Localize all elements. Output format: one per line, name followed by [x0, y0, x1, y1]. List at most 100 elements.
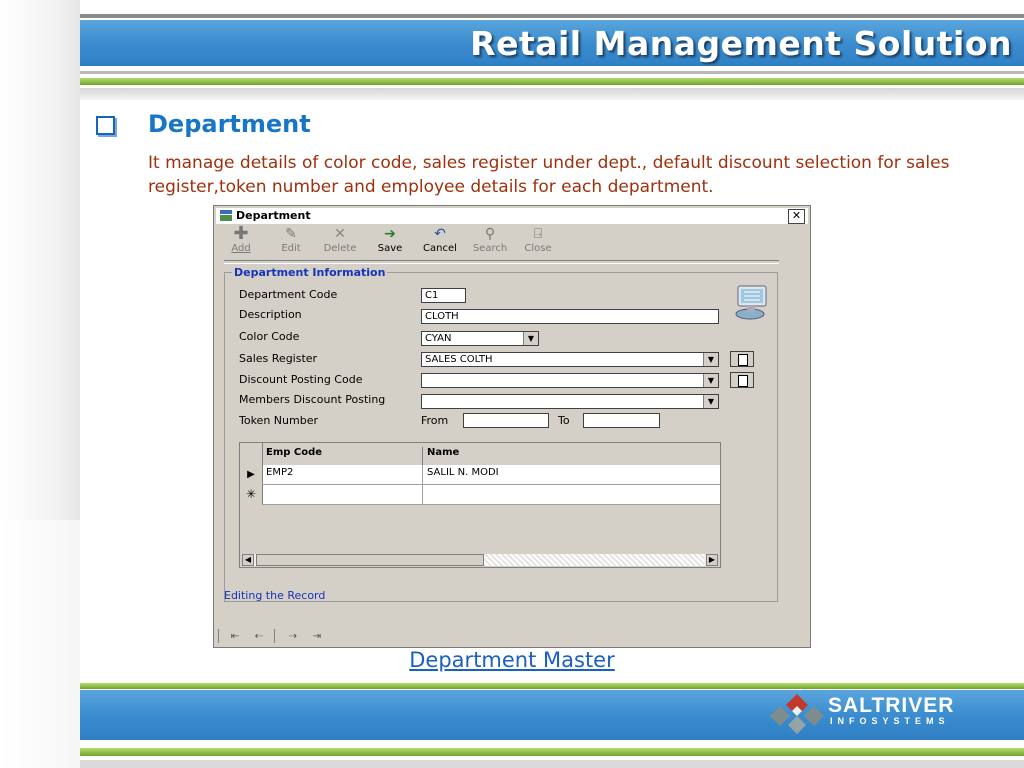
logo-name: SALTRIVER	[828, 694, 955, 717]
toolbar-edit-label: Edit	[281, 243, 301, 254]
nav-divider	[218, 629, 219, 643]
toolbar-separator	[224, 260, 779, 264]
color-code-label: Color Code	[239, 330, 300, 343]
scrollbar-track[interactable]	[484, 554, 704, 566]
color-code-value: CYAN	[425, 333, 452, 344]
search-icon: ⚲	[484, 226, 496, 242]
toolbar-save-button[interactable]: ➔ Save	[374, 226, 406, 258]
nav-divider	[274, 629, 275, 643]
toolbar-add-label: Add	[231, 243, 251, 254]
discount-posting-new-button[interactable]	[730, 372, 754, 388]
window-title: Department	[236, 209, 311, 222]
close-icon: ⍈	[533, 226, 543, 242]
toolbar-close-label: Close	[524, 243, 552, 254]
document-icon	[738, 354, 748, 366]
toolbar-add-button[interactable]: ✚ Add	[226, 223, 256, 258]
toolbar-delete-label: Delete	[323, 243, 357, 254]
token-from-field[interactable]	[463, 413, 549, 428]
sales-register-label: Sales Register	[239, 352, 318, 365]
add-icon: ✚	[233, 223, 249, 244]
discount-posting-code-select[interactable]: ▼	[421, 373, 719, 388]
token-number-label: Token Number	[239, 414, 318, 427]
current-row-arrow-icon: ▶	[240, 465, 263, 484]
table-row[interactable]: EMP2 SALIL N. MODI	[262, 465, 720, 485]
window-titlebar[interactable]: Department ✕	[216, 208, 808, 224]
header-divider	[80, 71, 1024, 74]
logo-subtitle: INFOSYSTEMS	[830, 716, 950, 726]
sales-register-value: SALES COLTH	[425, 354, 493, 365]
toolbar-edit-button[interactable]: ✎ Edit	[276, 226, 306, 258]
sales-register-select[interactable]: SALES COLTH ▼	[421, 352, 719, 367]
grid-body: EMP2 SALIL N. MODI ▶ ✳	[240, 465, 720, 553]
new-row-asterisk-icon: ✳	[240, 485, 263, 504]
department-code-label: Department Code	[239, 288, 338, 301]
chevron-down-icon[interactable]: ▼	[523, 332, 538, 345]
footer-green-stripe	[80, 683, 1024, 689]
computer-icon	[735, 285, 767, 320]
discount-posting-code-label: Discount Posting Code	[239, 373, 363, 386]
section-heading: Department	[148, 110, 311, 138]
sales-register-new-button[interactable]	[730, 351, 754, 367]
toolbar-close-button[interactable]: ⍈ Close	[522, 226, 554, 258]
token-from-label: From	[421, 414, 449, 427]
previous-record-icon[interactable]: ⇠	[252, 631, 266, 643]
toolbar-save-label: Save	[377, 243, 403, 254]
chevron-down-icon[interactable]: ▼	[703, 374, 718, 387]
footer-gray-stripe	[80, 760, 1024, 768]
window-app-icon	[220, 210, 232, 221]
next-record-icon[interactable]: ⇢	[286, 631, 300, 643]
toolbar-cancel-label: Cancel	[423, 243, 457, 254]
department-window: Department ✕ ✚ Add ✎ Edit ✕ Delete ➔ Sav…	[213, 205, 811, 648]
header-gray-stripe	[80, 88, 1024, 100]
grid-header-emp-code[interactable]: Emp Code	[262, 447, 422, 458]
last-record-icon[interactable]: ⇥	[310, 631, 324, 643]
toolbar-search-label: Search	[472, 243, 508, 254]
window-close-button[interactable]: ✕	[788, 209, 805, 224]
cancel-icon: ↶	[434, 226, 446, 242]
left-shade	[0, 0, 80, 520]
toolbar-delete-button[interactable]: ✕ Delete	[322, 226, 358, 258]
members-discount-posting-select[interactable]: ▼	[421, 394, 719, 409]
figure-caption[interactable]: Department Master	[0, 648, 1024, 672]
section-description: It manage details of color code, sales r…	[148, 153, 950, 197]
group-title: Department Information	[232, 266, 388, 279]
grid-corner	[240, 443, 263, 465]
grid-horizontal-scrollbar[interactable]: ◀ ▶	[242, 554, 718, 566]
header-bar: Retail Management Solution	[80, 20, 1024, 66]
name-cell[interactable]: SALIL N. MODI	[422, 465, 720, 484]
delete-icon: ✕	[334, 226, 346, 242]
status-text: Editing the Record	[224, 589, 326, 602]
description-label: Description	[239, 308, 302, 321]
color-code-select[interactable]: CYAN ▼	[421, 331, 539, 346]
footer-green-stripe-lower	[80, 748, 1024, 756]
first-record-icon[interactable]: ⇤	[228, 631, 242, 643]
token-to-label: To	[558, 414, 570, 427]
new-table-row[interactable]	[262, 485, 720, 505]
scroll-left-icon[interactable]: ◀	[242, 554, 254, 566]
grid-header-row: Emp Code Name	[240, 443, 720, 466]
toolbar-search-button[interactable]: ⚲ Search	[470, 226, 510, 258]
scroll-right-icon[interactable]: ▶	[706, 554, 718, 566]
description-field[interactable]: CLOTH	[421, 309, 719, 324]
chevron-down-icon[interactable]: ▼	[703, 353, 718, 366]
employee-grid: Emp Code Name EMP2 SALIL N. MODI ▶ ✳ ◀ ▶	[239, 442, 721, 568]
header-title: Retail Management Solution	[470, 24, 1012, 63]
grid-header-name[interactable]: Name	[422, 447, 720, 465]
scrollbar-thumb[interactable]	[256, 554, 484, 566]
department-code-field[interactable]: C1	[421, 288, 466, 303]
emp-code-cell[interactable]: EMP2	[262, 467, 422, 478]
saltriver-logo: SALTRIVER INFOSYSTEMS	[768, 690, 978, 738]
left-shade-lower	[0, 520, 80, 768]
toolbar-cancel-button[interactable]: ↶ Cancel	[420, 226, 460, 258]
edit-icon: ✎	[285, 226, 297, 242]
document-icon	[738, 375, 748, 387]
header-top-line	[80, 14, 1024, 18]
header-green-stripe	[80, 78, 1024, 85]
members-discount-posting-label: Members Discount Posting	[239, 393, 386, 406]
chevron-down-icon[interactable]: ▼	[703, 395, 718, 408]
logo-mark-icon	[770, 694, 824, 734]
save-icon: ➔	[384, 226, 396, 242]
checkbox-bullet-icon	[96, 116, 115, 135]
new-row-name-cell[interactable]	[422, 485, 720, 504]
token-to-field[interactable]	[583, 413, 660, 428]
